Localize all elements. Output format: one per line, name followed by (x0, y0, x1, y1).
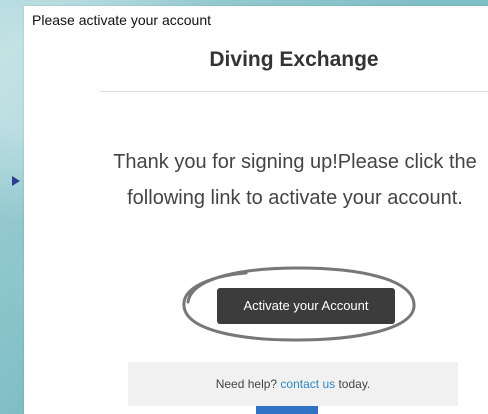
help-box: Need help? contact us today. (128, 362, 458, 406)
email-panel: Please activate your account Diving Exch… (24, 6, 488, 414)
activate-account-button[interactable]: Activate your Account (217, 288, 395, 324)
partial-blue-button[interactable] (256, 406, 318, 414)
help-text-suffix: today. (338, 377, 371, 391)
contact-us-link[interactable]: contact us (280, 377, 335, 391)
email-subject: Please activate your account (32, 12, 211, 28)
help-text-prefix: Need help? (215, 377, 281, 391)
brand-divider (100, 91, 488, 92)
brand-title: Diving Exchange (209, 48, 379, 71)
left-arrow-icon (12, 176, 20, 186)
activation-message: Thank you for signing up!Please click th… (113, 151, 477, 209)
